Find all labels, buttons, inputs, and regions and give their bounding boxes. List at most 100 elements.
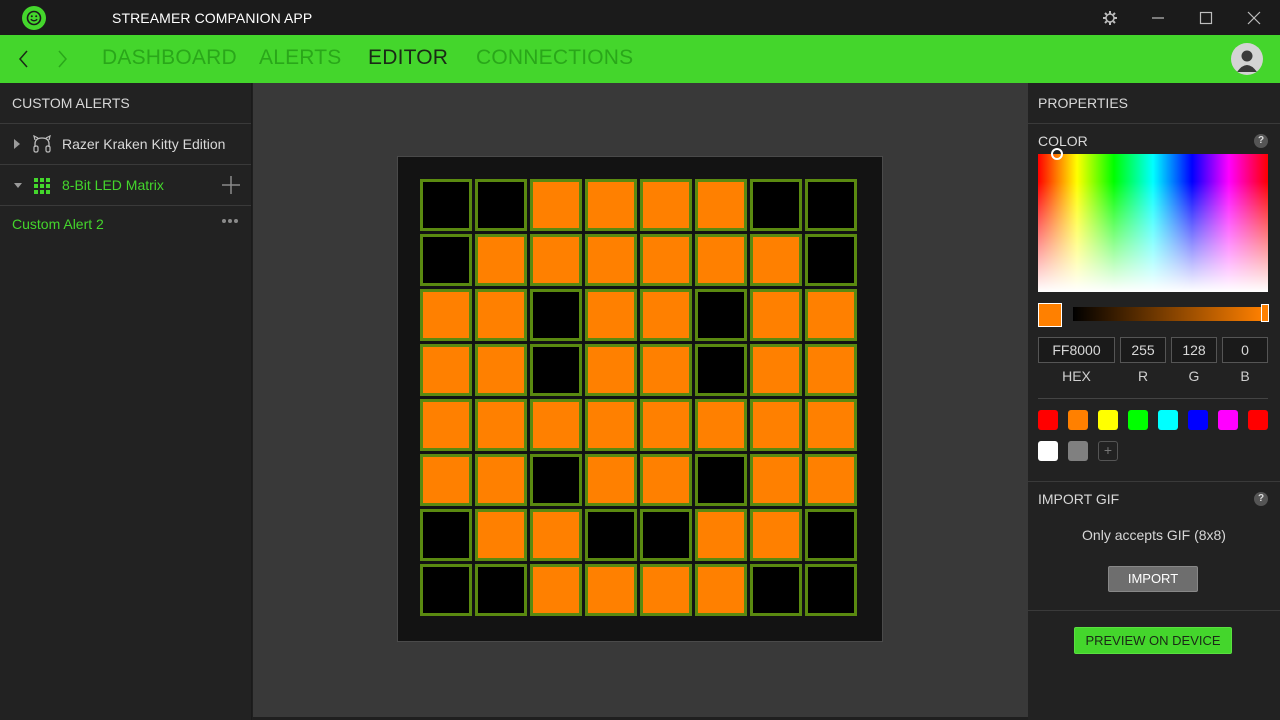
maximize-button[interactable] — [1182, 0, 1230, 35]
led-cell-r5-c3[interactable] — [530, 399, 582, 451]
led-cell-r5-c6[interactable] — [695, 399, 747, 451]
color-preset-swatch[interactable] — [1068, 441, 1088, 461]
led-cell-r4-c1[interactable] — [420, 344, 472, 396]
led-cell-r8-c7[interactable] — [750, 564, 802, 616]
led-cell-r7-c3[interactable] — [530, 509, 582, 561]
color-preset-swatch[interactable] — [1068, 410, 1088, 430]
led-cell-r3-c3[interactable] — [530, 289, 582, 341]
green-input[interactable]: 128 — [1171, 337, 1217, 363]
led-cell-r7-c1[interactable] — [420, 509, 472, 561]
tab-editor[interactable]: EDITOR — [368, 46, 448, 70]
led-cell-r7-c4[interactable] — [585, 509, 637, 561]
color-preset-swatch[interactable] — [1188, 410, 1208, 430]
preview-on-device-button[interactable]: PREVIEW ON DEVICE — [1074, 627, 1232, 654]
led-cell-r6-c1[interactable] — [420, 454, 472, 506]
led-cell-r2-c8[interactable] — [805, 234, 857, 286]
led-cell-r5-c5[interactable] — [640, 399, 692, 451]
led-cell-r8-c1[interactable] — [420, 564, 472, 616]
led-cell-r3-c6[interactable] — [695, 289, 747, 341]
led-cell-r3-c8[interactable] — [805, 289, 857, 341]
led-cell-r6-c6[interactable] — [695, 454, 747, 506]
led-cell-r4-c8[interactable] — [805, 344, 857, 396]
led-cell-r1-c7[interactable] — [750, 179, 802, 231]
led-cell-r6-c7[interactable] — [750, 454, 802, 506]
led-cell-r3-c4[interactable] — [585, 289, 637, 341]
led-cell-r7-c6[interactable] — [695, 509, 747, 561]
led-cell-r1-c2[interactable] — [475, 179, 527, 231]
sidebar-group-led-matrix[interactable]: 8-Bit LED Matrix — [0, 165, 251, 206]
import-button[interactable]: IMPORT — [1108, 566, 1198, 592]
more-options-icon[interactable] — [221, 218, 239, 224]
tab-connections[interactable]: CONNECTIONS — [476, 46, 633, 70]
led-cell-r7-c8[interactable] — [805, 509, 857, 561]
sidebar-item-custom-alert-2[interactable]: Custom Alert 2 — [0, 206, 251, 244]
led-cell-r8-c3[interactable] — [530, 564, 582, 616]
led-cell-r6-c3[interactable] — [530, 454, 582, 506]
spectrum-knob[interactable] — [1051, 148, 1063, 160]
led-cell-r6-c5[interactable] — [640, 454, 692, 506]
led-cell-r7-c5[interactable] — [640, 509, 692, 561]
led-cell-r7-c2[interactable] — [475, 509, 527, 561]
led-cell-r3-c1[interactable] — [420, 289, 472, 341]
import-gif-help-icon[interactable]: ? — [1254, 492, 1268, 506]
led-cell-r3-c2[interactable] — [475, 289, 527, 341]
led-cell-r6-c2[interactable] — [475, 454, 527, 506]
led-cell-r4-c3[interactable] — [530, 344, 582, 396]
led-cell-r1-c5[interactable] — [640, 179, 692, 231]
led-cell-r4-c7[interactable] — [750, 344, 802, 396]
color-preset-swatch[interactable] — [1158, 410, 1178, 430]
color-help-icon[interactable]: ? — [1254, 134, 1268, 148]
led-cell-r1-c6[interactable] — [695, 179, 747, 231]
led-cell-r1-c3[interactable] — [530, 179, 582, 231]
led-cell-r2-c1[interactable] — [420, 234, 472, 286]
led-cell-r1-c1[interactable] — [420, 179, 472, 231]
led-cell-r2-c5[interactable] — [640, 234, 692, 286]
color-spectrum-picker[interactable] — [1038, 148, 1268, 292]
led-cell-r8-c6[interactable] — [695, 564, 747, 616]
led-cell-r3-c5[interactable] — [640, 289, 692, 341]
led-cell-r5-c4[interactable] — [585, 399, 637, 451]
led-cell-r8-c8[interactable] — [805, 564, 857, 616]
back-button[interactable] — [12, 47, 36, 71]
led-cell-r1-c8[interactable] — [805, 179, 857, 231]
close-button[interactable] — [1230, 0, 1278, 35]
caret-right-icon[interactable] — [13, 138, 21, 150]
blue-input[interactable]: 0 — [1222, 337, 1268, 363]
led-cell-r2-c2[interactable] — [475, 234, 527, 286]
tab-dashboard[interactable]: DASHBOARD — [102, 46, 237, 70]
led-cell-r4-c2[interactable] — [475, 344, 527, 396]
led-cell-r7-c7[interactable] — [750, 509, 802, 561]
brightness-slider[interactable] — [1073, 304, 1269, 322]
led-cell-r8-c2[interactable] — [475, 564, 527, 616]
led-cell-r8-c4[interactable] — [585, 564, 637, 616]
led-cell-r6-c4[interactable] — [585, 454, 637, 506]
led-cell-r1-c4[interactable] — [585, 179, 637, 231]
led-cell-r3-c7[interactable] — [750, 289, 802, 341]
led-cell-r4-c6[interactable] — [695, 344, 747, 396]
led-cell-r2-c7[interactable] — [750, 234, 802, 286]
sidebar-group-kraken-kitty[interactable]: Razer Kraken Kitty Edition — [0, 124, 251, 165]
led-cell-r4-c5[interactable] — [640, 344, 692, 396]
red-input[interactable]: 255 — [1120, 337, 1166, 363]
color-preset-swatch[interactable] — [1128, 410, 1148, 430]
brightness-slider-thumb[interactable] — [1261, 304, 1269, 322]
led-cell-r2-c4[interactable] — [585, 234, 637, 286]
led-cell-r4-c4[interactable] — [585, 344, 637, 396]
caret-down-icon[interactable] — [13, 179, 23, 191]
color-preset-swatch[interactable] — [1098, 410, 1118, 430]
color-preset-swatch[interactable] — [1038, 441, 1058, 461]
led-cell-r2-c6[interactable] — [695, 234, 747, 286]
led-cell-r5-c2[interactable] — [475, 399, 527, 451]
hex-input[interactable]: FF8000 — [1038, 337, 1115, 363]
color-preset-swatch[interactable] — [1218, 410, 1238, 430]
forward-button[interactable] — [50, 47, 74, 71]
add-preset-button[interactable]: + — [1098, 441, 1118, 461]
led-cell-r5-c1[interactable] — [420, 399, 472, 451]
led-cell-r5-c7[interactable] — [750, 399, 802, 451]
add-alert-icon[interactable] — [221, 175, 241, 195]
led-cell-r8-c5[interactable] — [640, 564, 692, 616]
avatar[interactable] — [1231, 43, 1263, 75]
minimize-button[interactable] — [1134, 0, 1182, 35]
led-cell-r2-c3[interactable] — [530, 234, 582, 286]
color-preset-swatch[interactable] — [1038, 410, 1058, 430]
